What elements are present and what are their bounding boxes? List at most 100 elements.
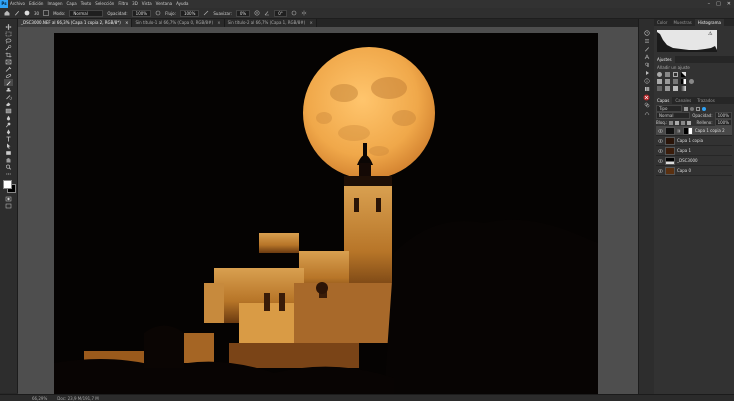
maximize-button[interactable]: □ bbox=[716, 0, 721, 8]
photo-filter-icon[interactable] bbox=[689, 79, 694, 84]
menu-3d[interactable]: 3D bbox=[130, 0, 140, 8]
black-white-icon[interactable] bbox=[681, 79, 686, 84]
doc-tab-sin-titulo-2[interactable]: Sin título-2 al 66,7% (Capa 1, RGB/8#) × bbox=[224, 19, 317, 27]
doc-tab-dsc3000[interactable]: _DSC3000.NEF al 66,3% (Capa 1 copia 2, R… bbox=[18, 19, 133, 27]
vibrance-icon[interactable] bbox=[657, 79, 662, 84]
smoothing-field[interactable]: 0% bbox=[235, 9, 251, 17]
close-tab-button[interactable]: × bbox=[125, 20, 128, 25]
tab-histograma[interactable]: Histograma bbox=[694, 19, 724, 26]
filter-adjust-icon[interactable] bbox=[690, 106, 694, 111]
airbrush-icon[interactable] bbox=[203, 10, 209, 16]
pressure-size-icon[interactable] bbox=[291, 10, 297, 16]
doc-tab-sin-titulo-1[interactable]: Sin título-1 al 66,7% (Capa 0, RGB/8#) × bbox=[132, 19, 225, 27]
type-tool[interactable] bbox=[4, 135, 13, 142]
close-tab-button[interactable]: × bbox=[217, 20, 220, 25]
mode-select[interactable]: Normal bbox=[69, 9, 104, 17]
posterize-icon[interactable] bbox=[665, 86, 670, 91]
symmetry-icon[interactable] bbox=[301, 10, 307, 16]
flow-field[interactable]: 100% bbox=[179, 9, 200, 17]
menu-ventana[interactable]: Ventana bbox=[154, 0, 174, 8]
eye-icon[interactable] bbox=[658, 169, 663, 173]
tab-color[interactable]: Color bbox=[654, 19, 670, 26]
menu-ayuda[interactable]: Ayuda bbox=[174, 0, 190, 8]
menu-archivo[interactable]: Archivo bbox=[8, 0, 27, 8]
close-tab-button[interactable]: × bbox=[309, 20, 312, 25]
brightness-icon[interactable] bbox=[657, 72, 662, 77]
layer-mask-thumbnail[interactable] bbox=[682, 126, 693, 135]
stop-panel-button[interactable] bbox=[643, 93, 651, 101]
tab-trazados[interactable]: Trazados bbox=[694, 97, 718, 104]
gradient-tool[interactable] bbox=[4, 107, 13, 114]
lasso-tool[interactable] bbox=[4, 37, 13, 44]
menu-imagen[interactable]: Imagen bbox=[45, 0, 64, 8]
color-swatches[interactable] bbox=[2, 180, 16, 193]
filter-pixel-icon[interactable] bbox=[684, 106, 688, 111]
healing-brush-tool[interactable] bbox=[4, 72, 13, 79]
frame-tool[interactable] bbox=[4, 58, 13, 65]
document-canvas[interactable] bbox=[54, 33, 598, 395]
eye-icon[interactable] bbox=[658, 149, 663, 153]
eye-icon[interactable] bbox=[658, 139, 663, 143]
pressure-opacity-icon[interactable] bbox=[155, 10, 161, 16]
path-selection-tool[interactable] bbox=[4, 142, 13, 149]
layer-name[interactable]: Capa 1 copia 2 bbox=[695, 128, 725, 133]
eye-icon[interactable] bbox=[658, 159, 663, 163]
menu-filtro[interactable]: Filtro bbox=[116, 0, 130, 8]
quick-mask-button[interactable] bbox=[4, 195, 13, 202]
exposure-icon[interactable] bbox=[681, 72, 686, 77]
channels-panel-button[interactable] bbox=[643, 101, 651, 109]
brush-tool-icon[interactable] bbox=[14, 10, 20, 16]
document-size[interactable]: Doc: 23,9 M/191,7 M bbox=[57, 396, 99, 401]
layer-opacity-field[interactable]: 100% bbox=[714, 112, 732, 119]
lock-all-icon[interactable] bbox=[687, 120, 692, 125]
tab-muestras[interactable]: Muestras bbox=[670, 19, 694, 26]
tab-capas[interactable]: Capas bbox=[654, 97, 673, 104]
filter-toggle-icon[interactable] bbox=[702, 106, 706, 111]
pen-tool[interactable] bbox=[4, 128, 13, 135]
layer-row[interactable]: _DSC3000 bbox=[656, 156, 732, 166]
lock-position-icon[interactable] bbox=[681, 120, 686, 125]
layer-name[interactable]: Capa 1 bbox=[677, 148, 691, 153]
opacity-field[interactable]: 100% bbox=[131, 9, 152, 17]
tab-canales[interactable]: Canales bbox=[672, 97, 694, 104]
close-window-button[interactable]: ✕ bbox=[727, 0, 731, 8]
paragraph-panel-button[interactable] bbox=[643, 61, 651, 69]
foreground-color-swatch[interactable] bbox=[2, 180, 12, 189]
eraser-tool[interactable] bbox=[4, 100, 13, 107]
threshold-icon[interactable] bbox=[673, 86, 678, 91]
color-balance-icon[interactable] bbox=[673, 79, 678, 84]
blend-mode-select[interactable]: Normal bbox=[656, 112, 691, 119]
hue-saturation-icon[interactable] bbox=[665, 79, 670, 84]
angle-icon[interactable] bbox=[264, 10, 270, 16]
menu-edicion[interactable]: Edición bbox=[27, 0, 45, 8]
layer-name[interactable]: Capa 1 copia bbox=[677, 138, 703, 143]
eyedropper-tool[interactable] bbox=[4, 65, 13, 72]
libraries-panel-button[interactable] bbox=[643, 85, 651, 93]
gradient-map-icon[interactable] bbox=[681, 86, 686, 91]
histogram-warning-icon[interactable]: ⚠ bbox=[708, 31, 712, 37]
crop-tool[interactable] bbox=[4, 51, 13, 58]
layer-filter-select[interactable]: Tipo bbox=[656, 105, 682, 112]
clone-stamp-tool[interactable] bbox=[4, 86, 13, 93]
smoothing-settings-icon[interactable] bbox=[254, 10, 260, 16]
fill-field[interactable]: 100% bbox=[714, 119, 732, 126]
minimize-button[interactable]: – bbox=[708, 0, 711, 8]
brush-tool[interactable] bbox=[4, 79, 13, 86]
filter-type-icon[interactable] bbox=[696, 106, 700, 111]
character-panel-button[interactable] bbox=[643, 53, 651, 61]
screen-mode-button[interactable] bbox=[4, 202, 13, 209]
layer-row[interactable]: Capa 1 copia bbox=[656, 136, 732, 146]
menu-texto[interactable]: Texto bbox=[79, 0, 94, 8]
home-icon[interactable] bbox=[4, 10, 10, 16]
menu-vista[interactable]: Vista bbox=[140, 0, 154, 8]
layer-row[interactable]: Capa 1 bbox=[656, 146, 732, 156]
invert-icon[interactable] bbox=[657, 86, 662, 91]
marquee-tool[interactable] bbox=[4, 30, 13, 37]
paths-panel-button[interactable] bbox=[643, 109, 651, 117]
quick-select-tool[interactable] bbox=[4, 44, 13, 51]
zoom-level[interactable]: 66,29% bbox=[32, 396, 47, 401]
layer-row[interactable]: ⛓ Capa 1 copia 2 bbox=[656, 126, 732, 136]
brush-panel-button[interactable] bbox=[643, 45, 651, 53]
angle-field[interactable]: 0° bbox=[274, 9, 287, 17]
menu-capa[interactable]: Capa bbox=[65, 0, 79, 8]
